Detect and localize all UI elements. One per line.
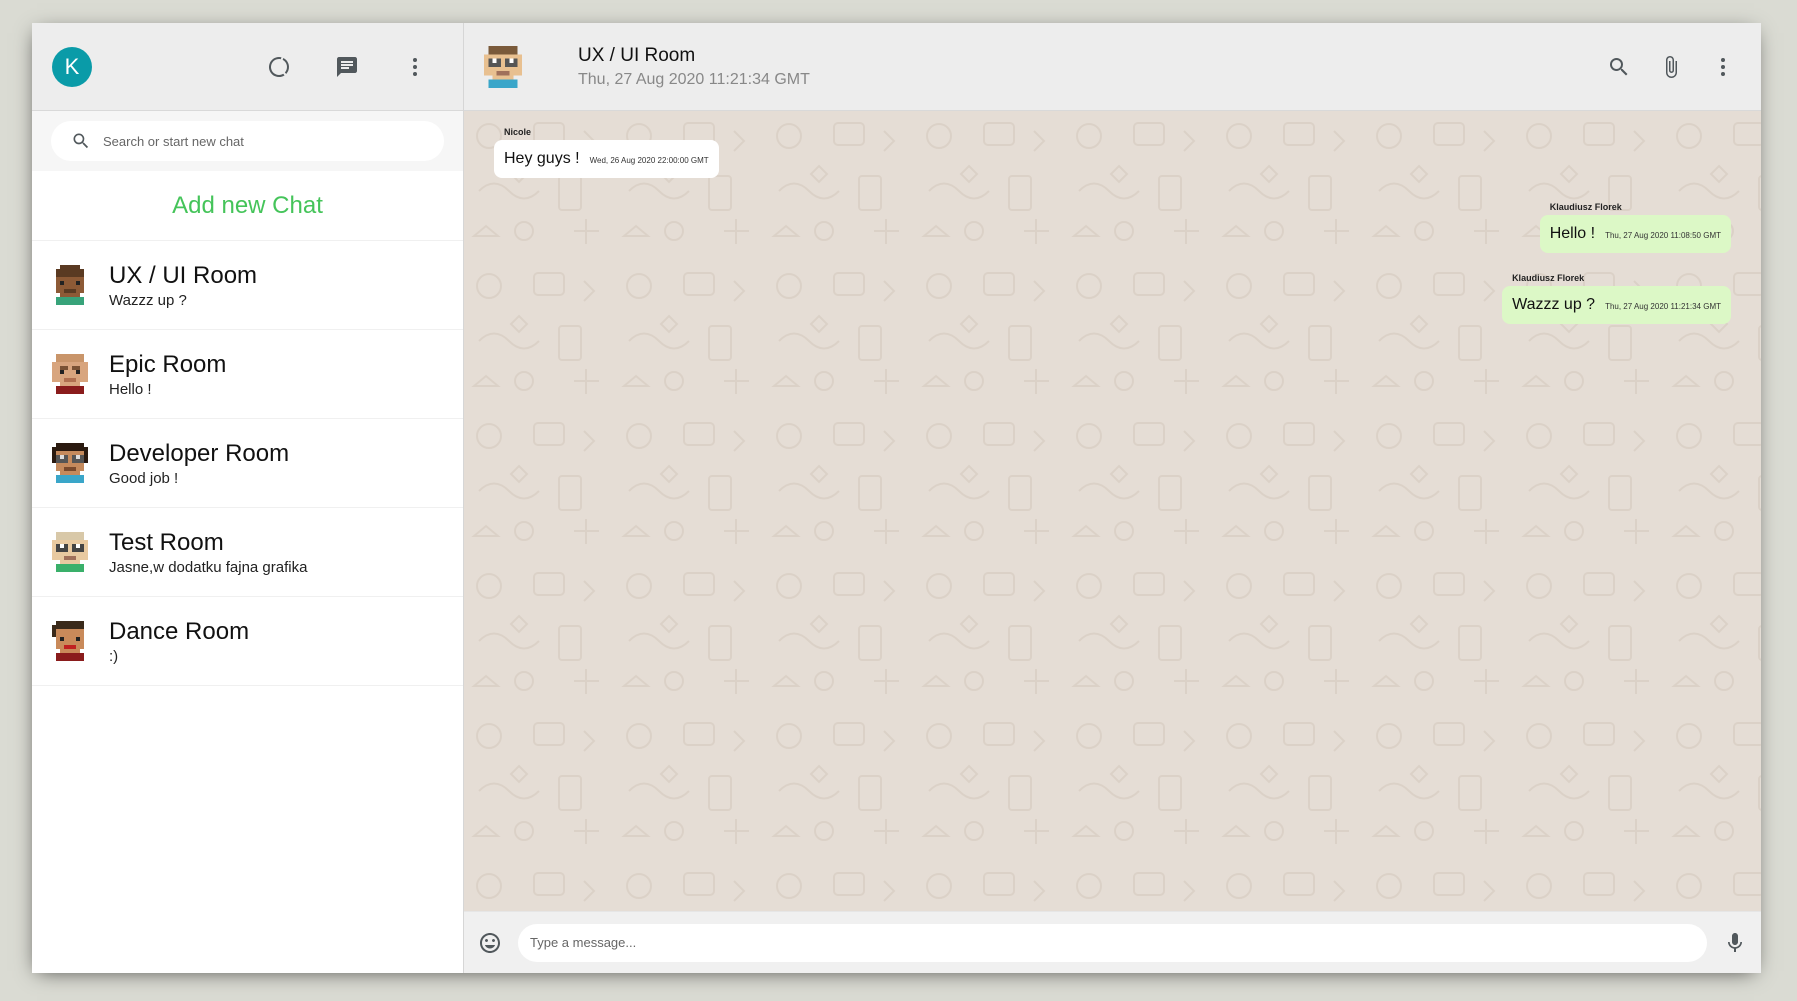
message-list: Nicole Hey guys ! Wed, 26 Aug 2020 22:00…: [494, 121, 1731, 338]
room-name: Epic Room: [109, 350, 227, 378]
sidebar-header: K: [32, 23, 463, 111]
pixel-avatar-icon: [52, 443, 88, 483]
mic-icon[interactable]: [1721, 929, 1749, 957]
message-bubble: Hello ! Thu, 27 Aug 2020 11:08:50 GMT: [1539, 215, 1731, 253]
message-text: Hey guys !: [504, 150, 580, 167]
status-icon[interactable]: [265, 53, 293, 81]
chat-item-test-room[interactable]: Test Room Jasne,w dodatku fajna grafika: [32, 508, 463, 597]
chat-title: UX / UI Room: [578, 44, 696, 66]
emoji-icon[interactable]: [476, 929, 504, 957]
chat-item-dance-room[interactable]: Dance Room :): [32, 597, 463, 686]
room-last-message: Hello !: [109, 380, 152, 398]
message-text: Wazzz up ?: [1512, 296, 1596, 313]
chat-item-epic-room[interactable]: Epic Room Hello !: [32, 330, 463, 419]
chat-item-ux-ui-room[interactable]: UX / UI Room Wazzz up ?: [32, 241, 463, 330]
room-name: UX / UI Room: [109, 261, 258, 289]
pixel-avatar-icon: [56, 265, 84, 305]
message-bubble: Wazzz up ? Thu, 27 Aug 2020 11:21:34 GMT: [1502, 286, 1731, 324]
message-timestamp: Wed, 26 Aug 2020 22:00:00 GMT: [589, 156, 709, 165]
message-sender: Nicole: [504, 127, 532, 137]
search-icon[interactable]: [1605, 53, 1633, 81]
app-window: K Add new Chat: [32, 23, 1761, 973]
message-timestamp: Thu, 27 Aug 2020 11:08:50 GMT: [1605, 231, 1721, 240]
message-received: Nicole Hey guys ! Wed, 26 Aug 2020 22:00…: [494, 121, 719, 178]
user-avatar[interactable]: K: [52, 46, 92, 87]
message-sent: Klaudiusz Florek Wazzz up ? Thu, 27 Aug …: [1502, 267, 1731, 324]
more-vert-icon[interactable]: [401, 53, 429, 81]
attach-icon[interactable]: [1657, 53, 1685, 81]
search-input[interactable]: [103, 133, 424, 149]
pixel-avatar-icon: [52, 532, 88, 572]
search-bar: [32, 111, 463, 171]
chat-last-seen: Thu, 27 Aug 2020 11:21:34 GMT: [578, 70, 810, 88]
add-new-chat-button[interactable]: Add new Chat: [32, 171, 463, 241]
message-text: Hello !: [1549, 225, 1596, 242]
message-input[interactable]: [530, 935, 1695, 950]
chat-header: UX / UI Room Thu, 27 Aug 2020 11:21:34 G…: [464, 23, 1761, 111]
chat-list: UX / UI Room Wazzz up ? Epic Room Hello …: [32, 241, 463, 973]
chat-item-developer-room[interactable]: Developer Room Good job !: [32, 419, 463, 508]
message-bubble: Hey guys ! Wed, 26 Aug 2020 22:00:00 GMT: [494, 140, 719, 178]
chat-footer: [464, 911, 1761, 973]
room-last-message: Good job !: [109, 469, 179, 487]
message-sent: Klaudiusz Florek Hello ! Thu, 27 Aug 202…: [1539, 196, 1731, 253]
new-chat-icon[interactable]: [333, 53, 361, 81]
message-timestamp: Thu, 27 Aug 2020 11:21:34 GMT: [1605, 302, 1721, 311]
sidebar: K Add new Chat: [32, 23, 464, 973]
room-name: Developer Room: [109, 439, 290, 467]
more-vert-icon[interactable]: [1709, 53, 1737, 81]
chat-body[interactable]: Nicole Hey guys ! Wed, 26 Aug 2020 22:00…: [464, 111, 1761, 911]
pixel-avatar-icon: [52, 621, 84, 661]
room-last-message: Wazzz up ?: [109, 291, 187, 309]
search-container: [51, 121, 444, 161]
room-name: Test Room: [109, 528, 224, 556]
message-sender: Klaudiusz Florek: [1512, 273, 1585, 283]
room-last-message: Jasne,w dodatku fajna grafika: [109, 558, 308, 576]
search-icon: [73, 133, 89, 149]
pixel-avatar-icon: [52, 354, 88, 394]
chat-panel: UX / UI Room Thu, 27 Aug 2020 11:21:34 G…: [464, 23, 1761, 973]
message-sender: Klaudiusz Florek: [1549, 202, 1622, 212]
room-last-message: :): [109, 647, 119, 665]
room-avatar-icon[interactable]: [484, 45, 522, 88]
room-name: Dance Room: [109, 617, 250, 645]
message-input-container: [518, 923, 1707, 962]
